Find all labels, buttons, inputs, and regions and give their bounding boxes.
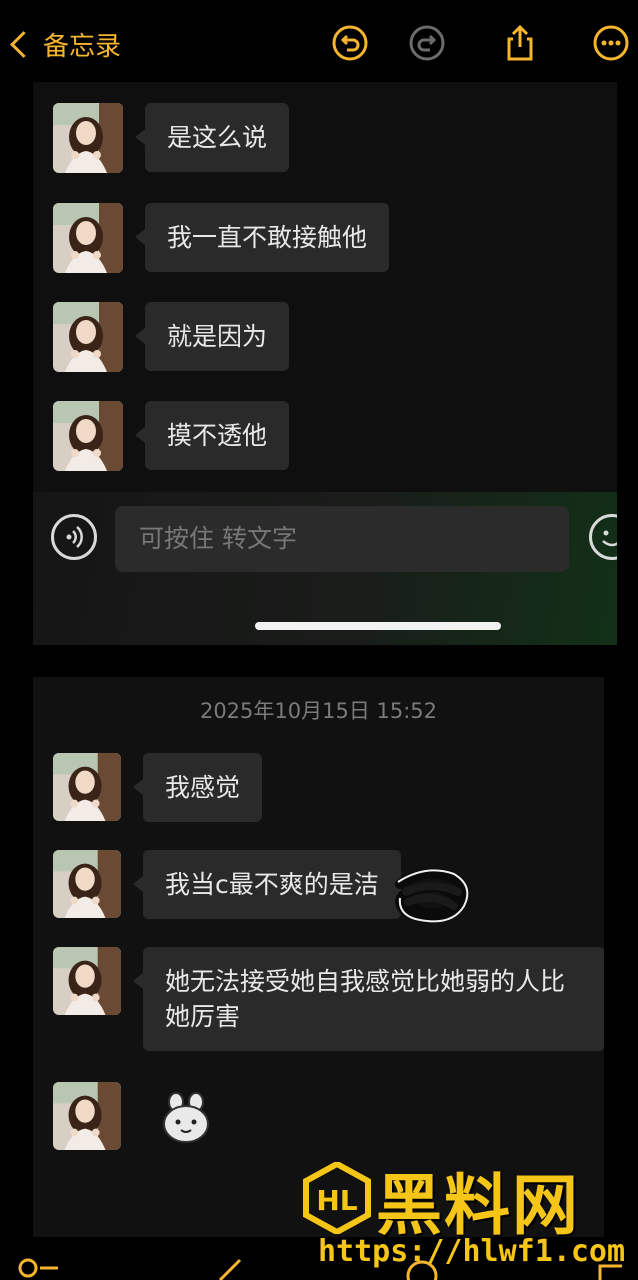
voice-input-icon[interactable] <box>51 514 97 560</box>
message-row: 她无法接受她自我感觉比她弱的人比她厉害 <box>53 947 604 1051</box>
avatar <box>53 103 123 173</box>
undo-icon[interactable] <box>332 25 368 61</box>
chat-input-bar: 可按住 转文字 <box>33 492 617 645</box>
message-bubble: 我当c最不爽的是洁 <box>133 850 401 919</box>
message-bubble: 就是因为 <box>134 302 290 371</box>
message-bubble: 是这么说 <box>134 103 290 172</box>
message-bubble: 她无法接受她自我感觉比她弱的人比她厉害 <box>133 947 604 1051</box>
redaction-scribble <box>394 868 470 924</box>
back-label: 备忘录 <box>43 31 122 62</box>
chat-timestamp: 2025年10月15日 15:52 <box>199 699 438 723</box>
more-icon[interactable] <box>593 25 629 61</box>
home-indicator <box>255 622 501 630</box>
top-toolbar: 备忘录 <box>0 0 638 82</box>
bottom-toolbar <box>18 1258 622 1280</box>
back-button[interactable]: 备忘录 <box>6 22 121 66</box>
message-row: 是这么说 <box>53 103 290 173</box>
message-bubble: 我一直不敢接触他 <box>134 203 390 272</box>
avatar <box>53 203 123 273</box>
avatar <box>53 401 123 471</box>
message-row <box>53 1082 213 1150</box>
chevron-left-icon <box>10 30 37 58</box>
svg-text:HL: HL <box>316 1184 357 1217</box>
message-row: 摸不透他 <box>53 401 290 471</box>
message-row: 我感觉 <box>53 753 263 822</box>
watermark-logo: HL <box>303 1162 371 1234</box>
chat-screenshot-1: 是这么说 我一直不敢接触他 就是因为 摸不透他 可按住 转文字 <box>33 82 617 645</box>
message-row: 我当c最不爽的是洁 <box>53 850 401 919</box>
message-bubble: 摸不透他 <box>134 401 290 470</box>
avatar <box>53 753 121 821</box>
avatar <box>53 947 121 1015</box>
message-input[interactable]: 可按住 转文字 <box>115 506 569 572</box>
avatar <box>53 1082 121 1150</box>
share-icon[interactable] <box>502 25 538 61</box>
message-row: 我一直不敢接触他 <box>53 203 390 273</box>
emoji-icon[interactable] <box>589 514 617 560</box>
avatar <box>53 850 121 918</box>
message-row: 就是因为 <box>53 302 290 372</box>
message-bubble: 我感觉 <box>132 753 263 822</box>
avatar <box>53 302 123 372</box>
redo-icon[interactable] <box>409 25 445 61</box>
rabbit-sticker-icon <box>163 1092 209 1143</box>
